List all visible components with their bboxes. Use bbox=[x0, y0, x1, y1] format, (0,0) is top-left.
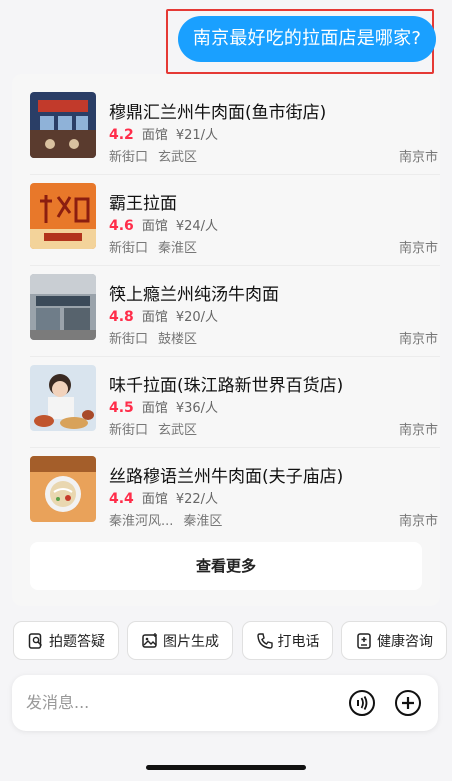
district-label: 秦淮区 bbox=[158, 241, 198, 256]
image-generate-button[interactable]: 图片生成 bbox=[127, 621, 233, 660]
restaurant-meta: 4.4 面馆 ¥22/人 bbox=[109, 488, 218, 507]
home-indicator bbox=[146, 765, 306, 770]
restaurant-location: 新街口 秦淮区 bbox=[109, 237, 197, 256]
rating-value: 4.6 bbox=[109, 218, 134, 234]
area-label: 新街口 bbox=[109, 332, 149, 347]
price-label: ¥20/人 bbox=[175, 310, 219, 325]
user-message-bubble: 南京最好吃的拉面店是哪家? bbox=[178, 16, 436, 62]
restaurant-thumbnail bbox=[30, 365, 96, 431]
restaurant-item[interactable]: 霸王拉面 4.6 面馆 ¥24/人 新街口 秦淮区 南京市 bbox=[30, 175, 440, 266]
photo-question-button[interactable]: 拍题答疑 bbox=[13, 621, 119, 660]
restaurant-name: 筷上瘾兰州纯汤牛肉面 bbox=[109, 285, 279, 305]
phone-call-label: 打电话 bbox=[277, 633, 320, 650]
rating-value: 4.8 bbox=[109, 309, 134, 325]
see-more-button[interactable]: 查看更多 bbox=[30, 542, 422, 590]
phone-icon bbox=[256, 632, 273, 649]
district-label: 鼓楼区 bbox=[158, 332, 198, 347]
district-label: 秦淮区 bbox=[183, 514, 223, 529]
category-label: 面馆 bbox=[141, 401, 168, 416]
restaurant-location: 新街口 玄武区 bbox=[109, 419, 197, 438]
restaurant-location: 秦淮河风... 秦淮区 bbox=[109, 510, 222, 529]
city-label: 南京市 bbox=[398, 150, 438, 165]
price-label: ¥22/人 bbox=[175, 492, 219, 507]
restaurant-location: 新街口 玄武区 bbox=[109, 146, 197, 165]
quick-actions: 拍题答疑 图片生成 打电话 健康咨询 bbox=[0, 621, 452, 661]
restaurant-meta: 4.5 面馆 ¥36/人 bbox=[109, 397, 218, 416]
category-label: 面馆 bbox=[141, 219, 168, 234]
restaurant-item[interactable]: 味千拉面(珠江路新世界百货店) 4.5 面馆 ¥36/人 新街口 玄武区 南京市 bbox=[30, 357, 440, 448]
restaurant-item[interactable]: 穆鼎汇兰州牛肉面(鱼市街店) 4.2 面馆 ¥21/人 新街口 玄武区 南京市 bbox=[30, 84, 440, 175]
area-label: 新街口 bbox=[109, 150, 149, 165]
restaurant-name: 穆鼎汇兰州牛肉面(鱼市街店) bbox=[109, 103, 327, 123]
restaurant-name: 霸王拉面 bbox=[109, 194, 177, 214]
price-label: ¥36/人 bbox=[175, 401, 219, 416]
restaurant-item[interactable]: 筷上瘾兰州纯汤牛肉面 4.8 面馆 ¥20/人 新街口 鼓楼区 南京市 bbox=[30, 266, 440, 357]
restaurant-thumbnail bbox=[30, 274, 96, 340]
district-label: 玄武区 bbox=[158, 150, 198, 165]
area-label: 新街口 bbox=[109, 423, 149, 438]
restaurant-meta: 4.2 面馆 ¥21/人 bbox=[109, 124, 218, 143]
price-label: ¥24/人 bbox=[175, 219, 219, 234]
photo-question-label: 拍题答疑 bbox=[49, 633, 105, 650]
rating-value: 4.2 bbox=[109, 127, 134, 143]
restaurant-name: 味千拉面(珠江路新世界百货店) bbox=[109, 376, 344, 396]
restaurant-meta: 4.6 面馆 ¥24/人 bbox=[109, 215, 218, 234]
category-label: 面馆 bbox=[141, 128, 168, 143]
health-icon bbox=[357, 632, 371, 649]
area-label: 秦淮河风... bbox=[109, 514, 174, 529]
area-label: 新街口 bbox=[109, 241, 149, 256]
city-label: 南京市 bbox=[398, 423, 438, 438]
restaurant-location: 新街口 鼓楼区 bbox=[109, 328, 197, 347]
district-label: 玄武区 bbox=[158, 423, 198, 438]
voice-icon[interactable] bbox=[348, 689, 376, 717]
restaurant-thumbnail bbox=[30, 92, 96, 158]
rating-value: 4.4 bbox=[109, 491, 134, 507]
health-consult-button[interactable]: 健康咨询 bbox=[341, 621, 447, 660]
restaurant-thumbnail bbox=[30, 456, 96, 522]
message-input-bar[interactable]: 发消息... bbox=[12, 675, 438, 731]
restaurant-list: 穆鼎汇兰州牛肉面(鱼市街店) 4.2 面馆 ¥21/人 新街口 玄武区 南京市 霸王拉… bbox=[30, 84, 440, 539]
category-label: 面馆 bbox=[141, 492, 168, 507]
city-label: 南京市 bbox=[398, 514, 438, 529]
photo-question-icon bbox=[28, 632, 43, 649]
restaurant-thumbnail bbox=[30, 183, 96, 249]
price-label: ¥21/人 bbox=[175, 128, 219, 143]
restaurant-item[interactable]: 丝路穆语兰州牛肉面(夫子庙店) 4.4 面馆 ¥22/人 秦淮河风... 秦淮区 南京… bbox=[30, 448, 440, 539]
city-label: 南京市 bbox=[398, 241, 438, 256]
restaurant-results-card: 穆鼎汇兰州牛肉面(鱼市街店) 4.2 面馆 ¥21/人 新街口 玄武区 南京市 霸王拉… bbox=[12, 74, 440, 606]
image-generate-label: 图片生成 bbox=[163, 633, 219, 650]
city-label: 南京市 bbox=[398, 332, 438, 347]
restaurant-meta: 4.8 面馆 ¥20/人 bbox=[109, 306, 218, 325]
health-consult-label: 健康咨询 bbox=[377, 633, 433, 650]
restaurant-name: 丝路穆语兰州牛肉面(夫子庙店) bbox=[109, 467, 344, 487]
rating-value: 4.5 bbox=[109, 400, 134, 416]
image-generate-icon bbox=[142, 632, 157, 648]
phone-call-button[interactable]: 打电话 bbox=[242, 621, 333, 660]
category-label: 面馆 bbox=[141, 310, 168, 325]
plus-icon[interactable] bbox=[394, 689, 422, 717]
message-input[interactable]: 发消息... bbox=[26, 675, 89, 731]
